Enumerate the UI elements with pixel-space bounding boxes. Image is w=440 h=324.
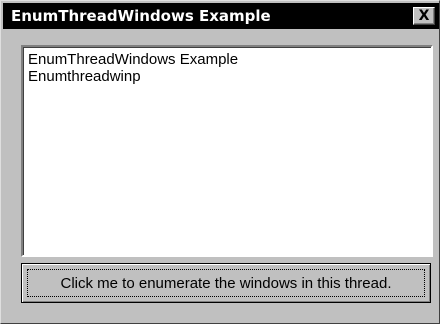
enumerate-windows-button[interactable]: Click me to enumerate the windows in thi… — [21, 263, 431, 303]
close-button[interactable]: X — [413, 7, 435, 25]
list-item[interactable]: EnumThreadWindows Example — [28, 51, 426, 68]
client-area: EnumThreadWindows Example Enumthreadwinp… — [3, 31, 439, 323]
window-listbox[interactable]: EnumThreadWindows Example Enumthreadwinp — [21, 45, 433, 257]
window-title: EnumThreadWindows Example — [11, 7, 271, 25]
list-item[interactable]: Enumthreadwinp — [28, 68, 426, 85]
title-bar[interactable]: EnumThreadWindows Example X — [3, 3, 439, 29]
app-window: EnumThreadWindows Example X EnumThreadWi… — [0, 0, 440, 324]
enumerate-windows-button-label: Click me to enumerate the windows in thi… — [60, 274, 392, 292]
close-icon: X — [418, 8, 430, 24]
